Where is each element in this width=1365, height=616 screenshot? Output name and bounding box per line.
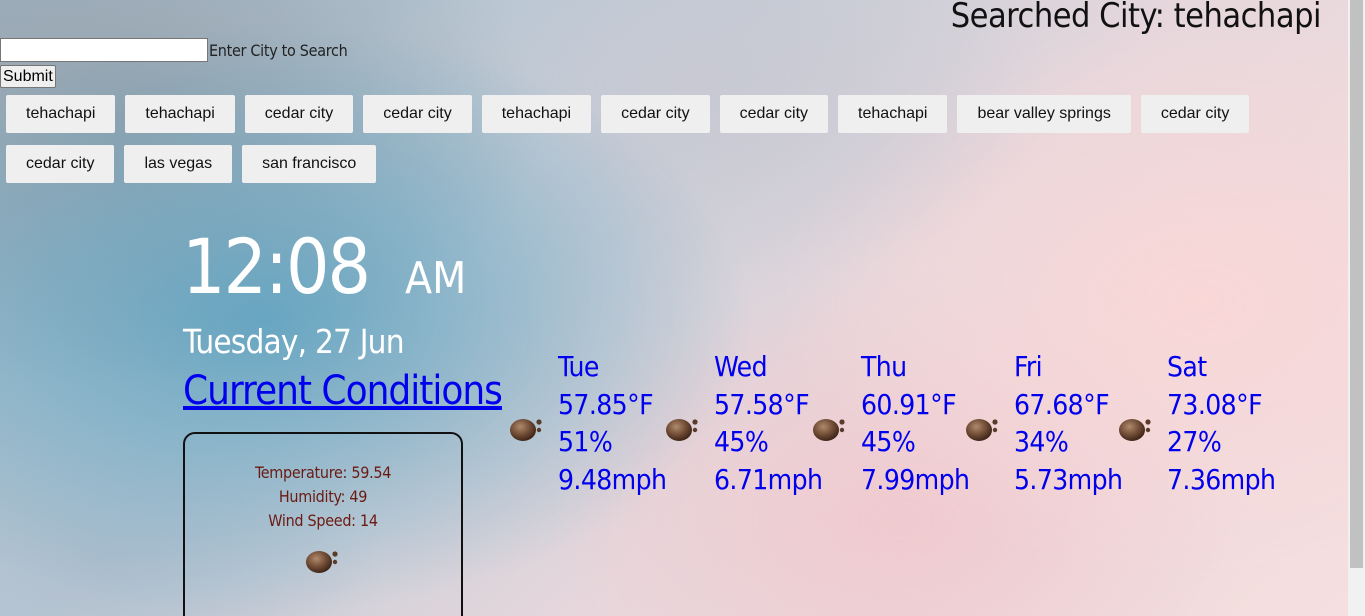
history-row-1: tehachapi tehachapi cedar city cedar cit…	[6, 95, 1306, 133]
forecast-humidity: 45%	[714, 425, 769, 458]
weather-icon	[508, 413, 546, 443]
forecast-humidity: 51%	[558, 425, 613, 458]
weather-icon	[664, 413, 702, 443]
history-city-button[interactable]: cedar city	[244, 95, 354, 133]
clock-ampm: AM	[405, 253, 467, 304]
submit-button[interactable]: Submit	[0, 65, 56, 88]
forecast-wind: 5.73mph	[1014, 462, 1123, 496]
history-city-button[interactable]: cedar city	[719, 95, 829, 133]
history-city-button[interactable]: cedar city	[363, 95, 472, 133]
history-city-button[interactable]: tehachapi	[125, 95, 235, 133]
forecast-wind: 7.99mph	[861, 462, 970, 496]
history-city-button[interactable]: tehachapi	[6, 95, 116, 133]
history-city-button[interactable]: tehachapi	[838, 95, 948, 133]
city-search-input[interactable]	[0, 38, 208, 62]
page-scrollbar[interactable]	[1348, 0, 1365, 616]
search-label: Enter City to Search	[209, 40, 348, 60]
forecast-details: Thu 60.91°F 45% 7.99mph	[861, 348, 970, 498]
forecast-temp: 73.08°F	[1167, 387, 1263, 421]
forecast-temp: 57.85°F	[558, 387, 654, 421]
five-day-forecast: Tue 57.85°F 51% 9.48mph Wed 57.58°F 45% …	[508, 348, 1277, 498]
weather-icon	[964, 413, 1002, 443]
current-temperature: Temperature: 59.54	[254, 463, 392, 482]
weather-icon	[811, 413, 849, 443]
searched-city-heading: Searched City: tehachapi	[950, 0, 1322, 36]
history-city-button[interactable]: las vegas	[124, 145, 233, 183]
scrollbar-thumb[interactable]	[1350, 0, 1363, 568]
forecast-temp: 60.91°F	[861, 387, 957, 421]
current-date: Tuesday, 27 Jun	[183, 322, 405, 361]
forecast-day-name: Tue	[558, 350, 599, 383]
history-city-button[interactable]: cedar city	[1140, 95, 1250, 133]
forecast-wind: 7.36mph	[1167, 462, 1276, 496]
forecast-humidity: 45%	[861, 425, 916, 458]
current-wind-speed: Wind Speed: 14	[268, 511, 378, 530]
forecast-day-name: Thu	[861, 350, 907, 383]
forecast-day-name: Wed	[714, 350, 768, 383]
forecast-details: Sat 73.08°F 27% 7.36mph	[1167, 348, 1276, 498]
forecast-day: Sat 73.08°F 27% 7.36mph	[1117, 348, 1277, 498]
clock: 12:08 AM	[182, 222, 466, 311]
history-city-button[interactable]: cedar city	[6, 145, 115, 183]
history-city-button[interactable]: san francisco	[242, 145, 377, 183]
forecast-day: Tue 57.85°F 51% 9.48mph	[508, 348, 667, 498]
current-humidity: Humidity: 49	[278, 487, 368, 506]
forecast-day-name: Fri	[1014, 350, 1043, 383]
forecast-wind: 6.71mph	[714, 462, 823, 496]
forecast-day: Wed 57.58°F 45% 6.71mph	[664, 348, 823, 498]
search-history: tehachapi tehachapi cedar city cedar cit…	[6, 95, 1306, 195]
forecast-day: Fri 67.68°F 34% 5.73mph	[964, 348, 1123, 498]
forecast-details: Fri 67.68°F 34% 5.73mph	[1014, 348, 1123, 498]
clock-time: 12:08	[182, 222, 371, 311]
history-row-2: cedar city las vegas san francisco	[6, 145, 1306, 183]
forecast-wind: 9.48mph	[558, 462, 667, 496]
forecast-temp: 57.58°F	[714, 387, 810, 421]
current-conditions-card: Temperature: 59.54 Humidity: 49 Wind Spe…	[183, 432, 463, 616]
forecast-humidity: 27%	[1167, 425, 1222, 458]
weather-icon	[1117, 413, 1155, 443]
history-city-button[interactable]: cedar city	[601, 95, 710, 133]
forecast-day: Thu 60.91°F 45% 7.99mph	[811, 348, 970, 498]
weather-icon	[304, 545, 342, 579]
current-conditions-link[interactable]: Current Conditions	[183, 368, 503, 414]
search-form: Enter City to Search	[0, 38, 348, 62]
forecast-temp: 67.68°F	[1014, 387, 1110, 421]
forecast-day-name: Sat	[1167, 350, 1207, 383]
forecast-humidity: 34%	[1014, 425, 1069, 458]
history-city-button[interactable]: tehachapi	[481, 95, 592, 133]
history-city-button[interactable]: bear valley springs	[957, 95, 1131, 133]
forecast-details: Wed 57.58°F 45% 6.71mph	[714, 348, 823, 498]
forecast-details: Tue 57.85°F 51% 9.48mph	[558, 348, 667, 498]
